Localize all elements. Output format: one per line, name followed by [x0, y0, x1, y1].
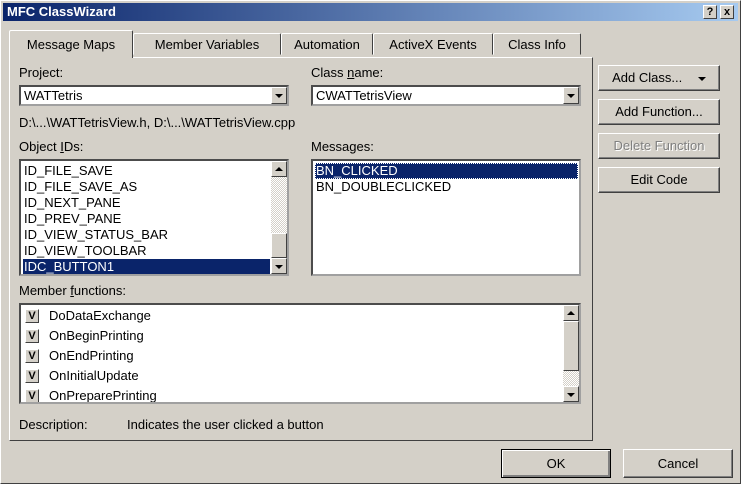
tab-class-info[interactable]: Class Info: [493, 33, 581, 55]
tab-automation[interactable]: Automation: [281, 33, 373, 55]
ok-button[interactable]: OK: [501, 449, 611, 478]
delete-function-button[interactable]: Delete Function: [598, 133, 720, 159]
tab-member-variables[interactable]: Member Variables: [133, 33, 281, 55]
title-bar: MFC ClassWizard ? x: [3, 3, 738, 21]
cancel-button[interactable]: Cancel: [623, 449, 733, 478]
message-maps-panel: [9, 57, 593, 441]
edit-code-button[interactable]: Edit Code: [598, 167, 720, 193]
window-title: MFC ClassWizard: [7, 4, 116, 19]
help-button[interactable]: ?: [703, 5, 717, 19]
classwizard-dialog: MFC ClassWizard ? x Message Maps Member …: [0, 0, 741, 484]
tab-activex-events[interactable]: ActiveX Events: [373, 33, 493, 55]
close-button[interactable]: x: [720, 5, 734, 19]
add-function-button[interactable]: Add Function...: [598, 99, 720, 125]
add-class-button[interactable]: Add Class...: [598, 65, 720, 91]
tab-message-maps[interactable]: Message Maps: [9, 30, 133, 58]
chevron-down-icon: [697, 76, 706, 81]
close-icon: x: [723, 6, 731, 18]
